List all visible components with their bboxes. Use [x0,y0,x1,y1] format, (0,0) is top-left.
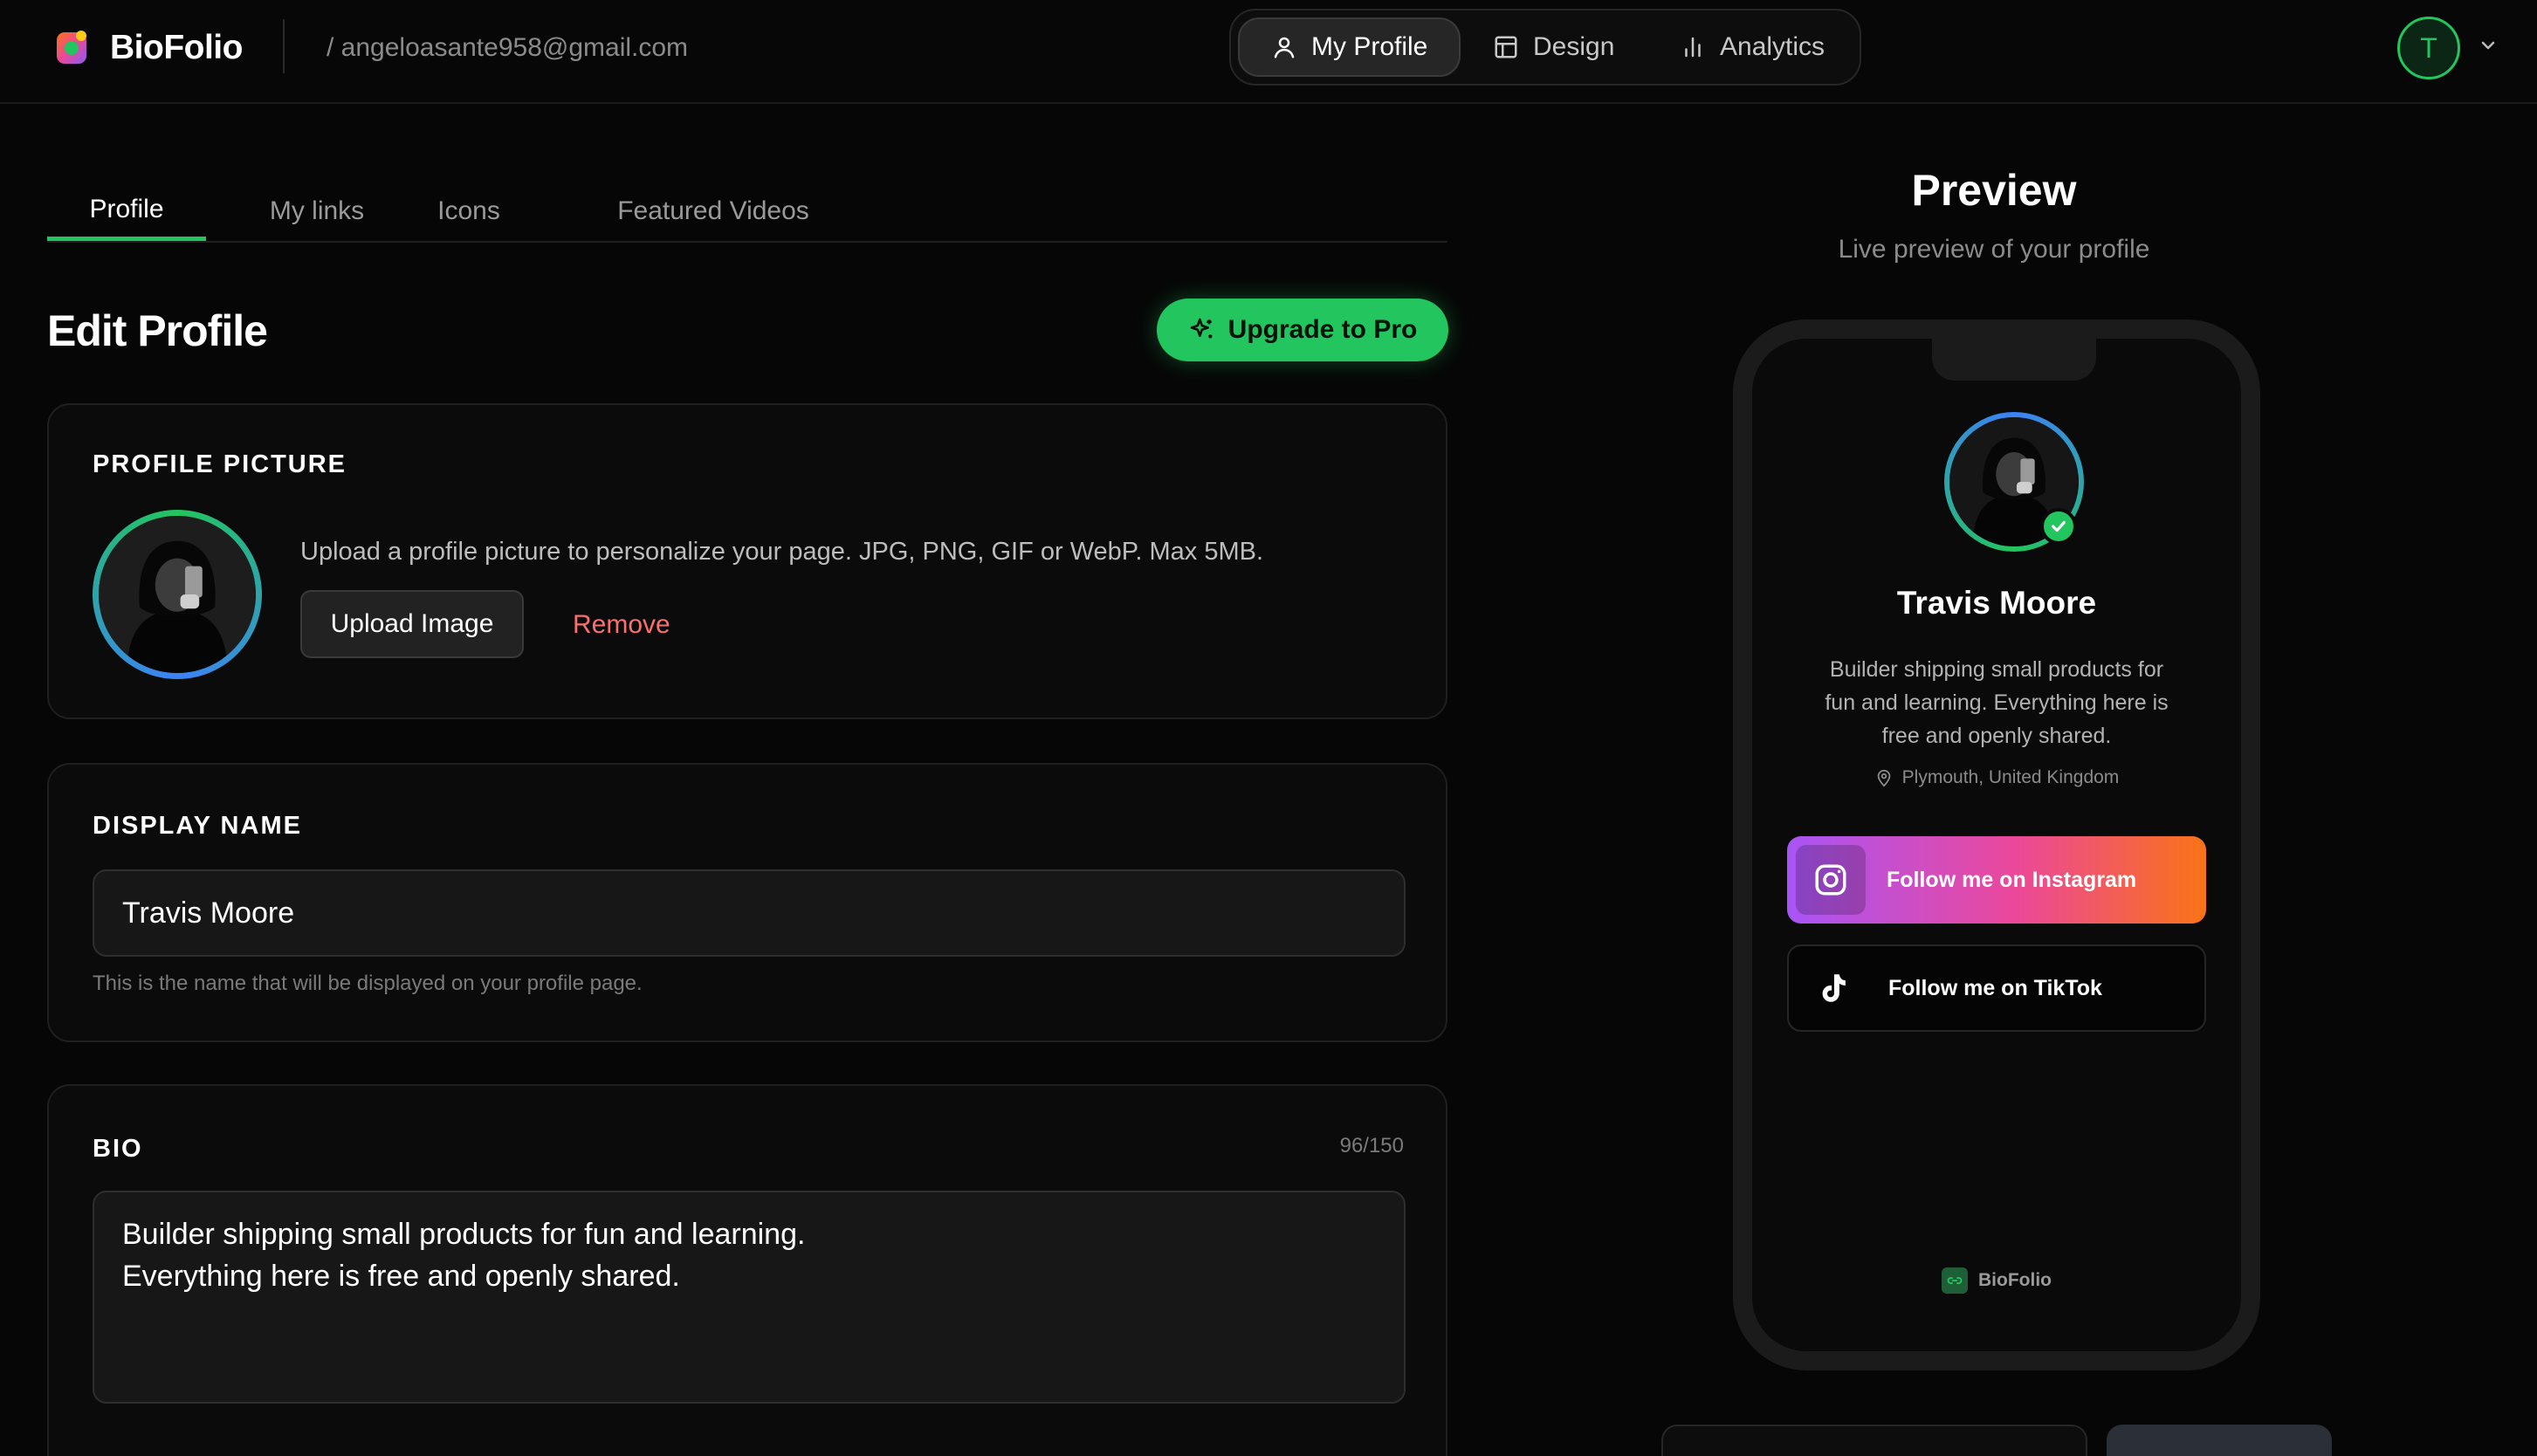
upload-description: Upload a profile picture to personalize … [300,538,1264,566]
tab-icons[interactable]: Icons [407,182,531,241]
nav-my-profile[interactable]: My Profile [1238,17,1461,77]
preview-title: Preview [1911,166,2077,215]
display-name-card: DISPLAY NAME Travis Moore This is the na… [47,763,1447,1042]
user-icon [1274,37,1295,58]
profile-picture-title: PROFILE PICTURE [93,450,347,478]
nav-analytics[interactable]: Analytics [1648,17,1856,77]
nav-design-label: Design [1533,32,1615,61]
profile-picture[interactable] [93,510,262,679]
link-icon [1942,1267,1968,1294]
preview-bio: Builder shipping small products for fun … [1825,657,2169,748]
chevron-down-icon[interactable] [2478,35,2499,56]
preview-footer-brand: BioFolio [1752,1267,2241,1294]
preview-subtitle: Live preview of your profile [1838,235,2150,264]
tiktok-link-label: Follow me on TikTok [1888,975,2102,1000]
top-navbar: BioFolio / angeloasante958@gmail.com My … [0,0,2537,104]
app-root: BioFolio / angeloasante958@gmail.com My … [0,0,2537,1456]
verified-check-icon [2040,508,2077,545]
preview-footer-text: BioFolio [1978,1270,2052,1290]
bio-char-counter: 96/150 [1339,1134,1404,1157]
biofolio-logo-icon[interactable] [55,29,90,66]
phone-preview: Travis Moore Builder shipping small prod… [1733,319,2260,1370]
upgrade-label: Upgrade to Pro [1227,315,1418,344]
upload-image-button[interactable]: Upload Image [300,590,524,658]
instagram-link-label: Follow me on Instagram [1887,867,2137,892]
instagram-link-button[interactable]: Follow me on Instagram [1787,836,2206,924]
tab-profile[interactable]: Profile [47,182,206,241]
layout-icon [1495,36,1517,58]
brand-name[interactable]: BioFolio [110,24,243,72]
profile-picture-card: PROFILE PICTURE Upload a profile picture… [47,403,1447,719]
user-email: / angeloasante958@gmail.com [327,33,689,62]
nav-my-profile-label: My Profile [1311,32,1428,61]
tiktok-link-button[interactable]: Follow me on TikTok [1787,944,2206,1032]
preview-name: Travis Moore [1896,585,2097,621]
bio-title: BIO [93,1135,143,1163]
display-name-hint: This is the name that will be displayed … [93,972,643,995]
display-name-title: DISPLAY NAME [93,812,302,840]
sparkles-icon [1190,318,1212,339]
remove-image-button[interactable]: Remove [573,608,670,642]
preview-location: Plymouth, United Kingdom [1752,765,2241,791]
bio-card: BIO 96/150 Builder shipping small produc… [47,1084,1447,1456]
map-pin-icon [1877,769,1891,787]
upgrade-to-pro-button[interactable]: Upgrade to Pro [1157,299,1448,361]
display-name-input[interactable]: Travis Moore [93,869,1406,957]
avatar-image [99,516,256,673]
nav-design[interactable]: Design [1461,17,1646,77]
page-title: Edit Profile [47,306,268,355]
phone-notch [1932,335,2096,381]
bar-chart-icon [1685,37,1701,58]
profile-tabs: Profile My links Icons Featured Videos [47,171,1447,243]
tab-featured-videos[interactable]: Featured Videos [552,182,875,241]
instagram-icon [1815,864,1846,896]
main-nav: My Profile Design Analytics [1229,9,1861,86]
nav-analytics-label: Analytics [1720,32,1825,61]
tiktok-icon [1822,974,1846,1002]
user-avatar[interactable]: T [2397,17,2460,79]
preview-share-field[interactable] [1661,1425,2087,1456]
header-divider [283,19,285,73]
bio-textarea[interactable]: Builder shipping small products for fun … [93,1191,1406,1404]
preview-action-button[interactable] [2107,1425,2332,1456]
preview-location-text: Plymouth, United Kingdom [1901,767,2120,787]
tab-my-links[interactable]: My links [237,182,396,241]
